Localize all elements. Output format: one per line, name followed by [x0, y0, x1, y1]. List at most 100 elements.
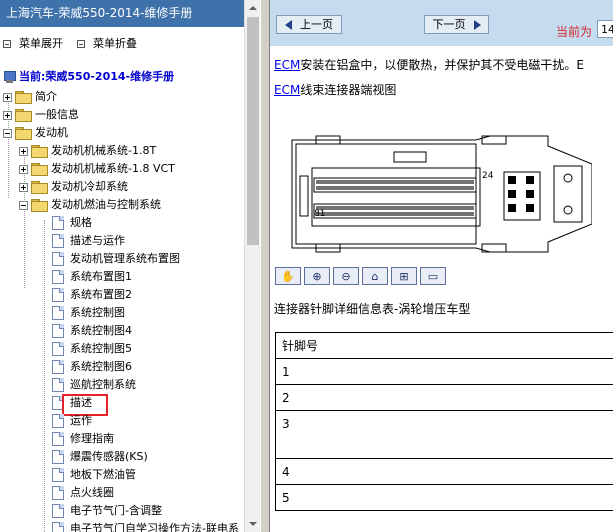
previous-page-label: 上一页 — [300, 18, 333, 31]
tree-leaf[interactable]: 电子节气门-含调整 — [52, 502, 162, 520]
pin-label-24: 24 — [482, 171, 494, 181]
scroll-thumb[interactable] — [247, 17, 259, 245]
tree-node-label: 发动机冷却系统 — [51, 180, 128, 193]
document-icon — [52, 252, 64, 266]
expand-icon — [3, 40, 11, 48]
table-cell: 2 — [275, 384, 613, 411]
navigation-pane: 上海汽车-荣威550-2014-维修手册 菜单展开 菜单折叠 当前:荣威550-… — [0, 0, 260, 532]
pin-label-81: 81 — [314, 209, 325, 219]
document-content: ECM安装在铝盒中，以便散热，并保护其不受电磁干扰。E ECM线束连接器端视图 — [270, 46, 613, 532]
table-caption: 连接器针脚详细信息表-涡轮增压车型 — [274, 302, 471, 316]
tree-node-engine-mech-vct[interactable]: 发动机机械系统-1.8 VCT — [19, 160, 175, 178]
tree-leaf[interactable]: 规格 — [52, 214, 92, 232]
tree-leaf[interactable]: 系统控制图4 — [52, 322, 132, 340]
home-icon[interactable]: ⌂ — [362, 267, 388, 285]
tree-node-engine-mech-18t[interactable]: 发动机机械系统-1.8T — [19, 142, 156, 160]
tree-leaf[interactable]: 发动机管理系统布置图 — [52, 250, 180, 268]
tree-leaf[interactable]: 爆震传感器(KS) — [52, 448, 148, 466]
menu-bar: 菜单展开 菜单折叠 — [0, 34, 244, 54]
paragraph-ecm-housing: ECM安装在铝盒中，以便散热，并保护其不受电磁干扰。E — [274, 56, 584, 73]
tree-leaf-label: 系统控制图 — [70, 306, 125, 319]
tree-leaf[interactable]: 巡航控制系统 — [52, 376, 136, 394]
expand-toggle-icon[interactable] — [19, 182, 28, 192]
document-icon — [52, 342, 64, 356]
tree-leaf-label: 发动机管理系统布置图 — [70, 252, 180, 265]
previous-page-button[interactable]: 上一页 — [276, 15, 342, 34]
tree-node-engine[interactable]: 发动机 — [3, 124, 68, 142]
hand-icon[interactable]: ✋ — [275, 267, 301, 285]
tree-leaf-label: 系统控制图6 — [70, 360, 132, 373]
tree-leaf-label: 爆震传感器(KS) — [70, 450, 148, 463]
tree-leaf[interactable]: 电子节气门自学习操作方法-联电系 — [52, 520, 239, 532]
diagram-toolbar: ✋ ⊕ ⊖ ⌂ ⊞ ▭ — [275, 267, 449, 285]
paragraph-text: 安装在铝盒中，以便散热，并保护其不受电磁干扰。E — [300, 58, 584, 72]
paragraph-connector-view: ECM线束连接器端视图 — [274, 81, 396, 98]
document-icon — [52, 324, 64, 338]
tree-node-general-info[interactable]: 一般信息 — [3, 106, 79, 124]
collapse-toggle-icon[interactable] — [3, 128, 12, 138]
expand-toggle-icon[interactable] — [3, 110, 12, 120]
folder-icon — [15, 91, 32, 104]
document-icon — [52, 288, 64, 302]
document-icon — [52, 378, 64, 392]
tree-leaf[interactable]: 地板下燃油管 — [52, 466, 136, 484]
expand-menu-button[interactable]: 菜单展开 — [3, 34, 63, 54]
tree-leaf-label: 系统布置图2 — [70, 288, 132, 301]
table-row: 3 — [275, 410, 613, 459]
tree-leaf[interactable]: 系统控制图 — [52, 304, 125, 322]
tree-node-fuel-control[interactable]: 发动机燃油与控制系统 — [19, 196, 161, 214]
folder-open-icon — [15, 127, 32, 140]
tree-leaf[interactable]: 描述与运作 — [52, 232, 125, 250]
document-icon — [52, 270, 64, 284]
tree-leaf-label: 电子节气门-含调整 — [70, 504, 162, 517]
collapse-icon — [77, 40, 85, 48]
tree-node-label: 简介 — [35, 90, 57, 103]
page-number-input[interactable] — [597, 20, 613, 38]
scroll-down-arrow-icon[interactable] — [245, 516, 260, 532]
table-row: 5 — [275, 484, 613, 511]
tree-node-label: 发动机机械系统-1.8 VCT — [51, 162, 175, 175]
document-icon — [52, 450, 64, 464]
lever-pivot — [563, 173, 573, 183]
zoom-in-icon[interactable]: ⊕ — [304, 267, 330, 285]
collapse-menu-button[interactable]: 菜单折叠 — [77, 34, 137, 54]
tree-leaf[interactable]: 系统布置图1 — [52, 268, 132, 286]
ecm-link[interactable]: ECM — [274, 83, 300, 97]
expand-toggle-icon[interactable] — [3, 92, 12, 102]
expand-toggle-icon[interactable] — [19, 164, 28, 174]
expand-toggle-icon[interactable] — [19, 146, 28, 156]
tree-node-engine-cooling[interactable]: 发动机冷却系统 — [19, 178, 128, 196]
document-icon — [52, 234, 64, 248]
zoom-out-icon[interactable]: ⊖ — [333, 267, 359, 285]
connector-frame — [295, 143, 477, 245]
page-nav-toolbar: 上一页 下一页 当前为 — [270, 0, 613, 46]
tree-leaf[interactable]: 系统布置图2 — [52, 286, 132, 304]
tree-node-label: 发动机 — [35, 126, 68, 139]
folder-icon — [31, 181, 48, 194]
ecm-link[interactable]: ECM — [274, 58, 300, 72]
tree-leaf[interactable]: 运作 — [52, 412, 92, 430]
scroll-up-arrow-icon[interactable] — [245, 0, 260, 16]
tree-node-label: 一般信息 — [35, 108, 79, 121]
tree-leaf[interactable]: 点火线圈 — [52, 484, 114, 502]
tree-scrollbar[interactable] — [244, 0, 260, 532]
pin-dots — [316, 176, 534, 216]
tree-node-label: 发动机燃油与控制系统 — [51, 198, 161, 211]
tree-leaf-label: 规格 — [70, 216, 92, 229]
fullscreen-icon[interactable]: ▭ — [420, 267, 446, 285]
pane-splitter[interactable] — [260, 0, 270, 532]
connector-clip — [393, 151, 427, 163]
tree-leaf-label: 运作 — [70, 414, 92, 427]
next-page-button[interactable]: 下一页 — [424, 15, 489, 34]
table-header-row: 针脚号 — [275, 332, 613, 359]
tree-leaf[interactable]: 系统控制图5 — [52, 340, 132, 358]
current-page-label: 当前为 — [556, 25, 593, 39]
tree-leaf[interactable]: 修理指南 — [52, 430, 114, 448]
pin-cavity-area — [311, 167, 481, 227]
tree-node-intro[interactable]: 简介 — [3, 88, 57, 106]
collapse-toggle-icon[interactable] — [19, 200, 28, 210]
tree-leaf[interactable]: 系统控制图6 — [52, 358, 132, 376]
fit-window-icon[interactable]: ⊞ — [391, 267, 417, 285]
table-row: 1 — [275, 358, 613, 385]
document-icon — [52, 216, 64, 230]
